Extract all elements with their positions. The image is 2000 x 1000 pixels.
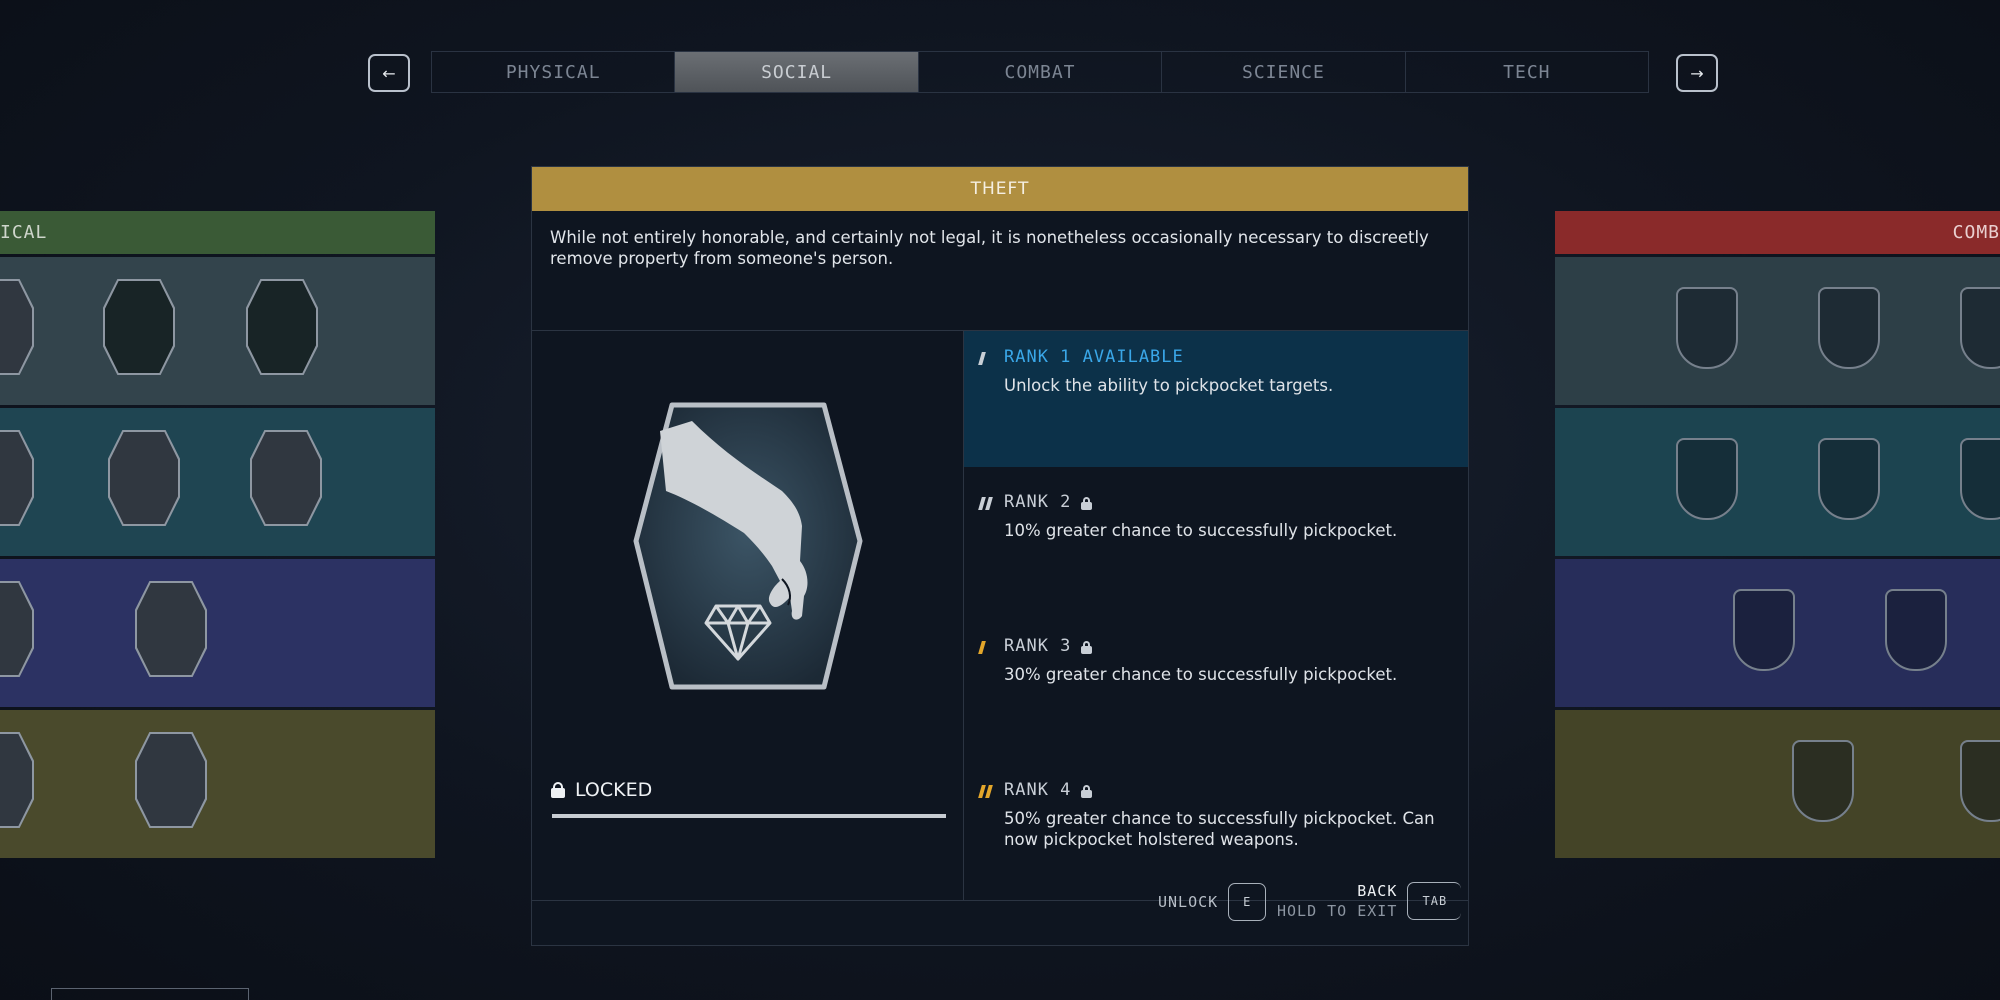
unlock-key-button[interactable]: E <box>1228 883 1267 921</box>
knife-skill-icon[interactable] <box>1818 287 1880 369</box>
rank-3-row[interactable]: RANK 3 30% greater chance to successfull… <box>964 620 1468 756</box>
exit-label: HOLD TO EXIT <box>1277 902 1398 920</box>
grenade-skill-icon[interactable] <box>1676 438 1738 520</box>
physical-tree-header: ICAL <box>0 211 435 254</box>
unlock-label: UNLOCK <box>1158 893 1219 911</box>
skill-progress-bar <box>552 814 946 818</box>
tab-science[interactable]: SCIENCE <box>1162 52 1406 92</box>
arrow-left-icon: ← <box>382 63 396 83</box>
rank-1-label: RANK 1 AVAILABLE <box>1004 347 1184 367</box>
flame-skill-icon[interactable] <box>135 732 207 828</box>
skill-detail-panel: THEFT While not entirely honorable, and … <box>531 166 1469 946</box>
tab-physical[interactable]: PHYSICAL <box>432 52 676 92</box>
tab-social[interactable]: SOCIAL <box>675 52 919 92</box>
tab-tech[interactable]: TECH <box>1406 52 1648 92</box>
bottom-frame <box>51 988 249 1000</box>
eye-skill-icon[interactable] <box>250 430 322 526</box>
skill-tier-4 <box>1555 710 2000 858</box>
rank-3-label: RANK 3 <box>1004 636 1072 656</box>
skill-status-label: LOCKED <box>575 779 653 801</box>
skill-tier-1 <box>1555 257 2000 405</box>
rank-3-marker-icon <box>978 641 986 654</box>
armor-skill-icon[interactable] <box>1960 740 2000 822</box>
explosive-skill-icon[interactable] <box>1885 589 1947 671</box>
skill-tier-1 <box>0 257 435 405</box>
arrow-skill-icon[interactable] <box>1733 589 1795 671</box>
robot-skill-icon[interactable] <box>1792 740 1854 822</box>
skill-tier-2 <box>0 408 435 556</box>
category-tabs: PHYSICAL SOCIAL COMBAT SCIENCE TECH <box>431 51 1649 93</box>
fist-skill-icon[interactable] <box>135 581 207 677</box>
rank-1-description: Unlock the ability to pickpocket targets… <box>1004 376 1334 395</box>
rifle-skill-icon[interactable] <box>1818 438 1880 520</box>
rank-4-label: RANK 4 <box>1004 780 1072 800</box>
panel-footer: UNLOCK E BACK HOLD TO EXIT TAB <box>532 857 1468 945</box>
next-category-button[interactable]: → <box>1676 54 1718 92</box>
rank-3-description: 30% greater chance to successfully pickp… <box>1004 665 1398 684</box>
rank-list: RANK 1 AVAILABLE Unlock the ability to p… <box>964 331 1468 900</box>
skill-status: LOCKED <box>551 779 652 801</box>
back-label: BACK <box>1357 882 1398 900</box>
hand-dropping-diamond-icon <box>633 402 863 690</box>
skill-tier-4 <box>0 710 435 858</box>
rank-2-row[interactable]: RANK 2 10% greater chance to successfull… <box>964 476 1468 612</box>
burst-skill-icon[interactable] <box>1960 287 2000 369</box>
skill-badge-icon[interactable] <box>0 430 34 526</box>
arrow-right-icon: → <box>1690 63 1704 83</box>
dumbbell-skill-icon[interactable] <box>103 279 175 375</box>
skill-badge-icon[interactable] <box>0 581 34 677</box>
skill-tier-3 <box>0 559 435 707</box>
rank-4-description: 50% greater chance to successfully pickp… <box>1004 809 1435 849</box>
pistol-skill-icon[interactable] <box>1676 287 1738 369</box>
star-skill-icon[interactable] <box>1960 438 2000 520</box>
skill-badge-icon[interactable] <box>0 279 34 375</box>
rank-2-label: RANK 2 <box>1004 492 1072 512</box>
unlock-hint[interactable]: UNLOCK E <box>1158 883 1267 921</box>
skill-tier-3 <box>1555 559 2000 707</box>
combat-tree-header: COMB <box>1555 211 2000 254</box>
back-key-button[interactable]: TAB <box>1407 882 1462 920</box>
lock-icon <box>551 782 565 798</box>
skill-badge-icon[interactable] <box>0 732 34 828</box>
rank-1-marker-icon <box>978 352 986 365</box>
lock-icon <box>1081 496 1093 510</box>
lock-icon <box>1081 784 1093 798</box>
rank-2-description: 10% greater chance to successfully pickp… <box>1004 521 1398 540</box>
physical-skill-tree: ICAL <box>0 211 435 858</box>
skill-title: THEFT <box>532 167 1468 211</box>
combat-skill-tree: COMB <box>1555 211 2000 858</box>
heart-skill-icon[interactable] <box>246 279 318 375</box>
skill-body: LOCKED RANK 1 AVAILABLE Unlock the abili… <box>532 331 1468 901</box>
tab-combat[interactable]: COMBAT <box>919 52 1163 92</box>
previous-category-button[interactable]: ← <box>368 54 410 92</box>
skill-tier-2 <box>1555 408 2000 556</box>
rank-1-row[interactable]: RANK 1 AVAILABLE Unlock the ability to p… <box>964 331 1468 467</box>
skill-description: While not entirely honorable, and certai… <box>532 211 1468 331</box>
skill-emblem-column: LOCKED <box>532 331 964 900</box>
lock-icon <box>1081 640 1093 654</box>
back-hint[interactable]: BACK HOLD TO EXIT TAB <box>1277 881 1462 921</box>
triangle-skill-icon[interactable] <box>108 430 180 526</box>
rank-2-marker-icon <box>978 497 993 510</box>
rank-4-marker-icon <box>978 785 993 798</box>
